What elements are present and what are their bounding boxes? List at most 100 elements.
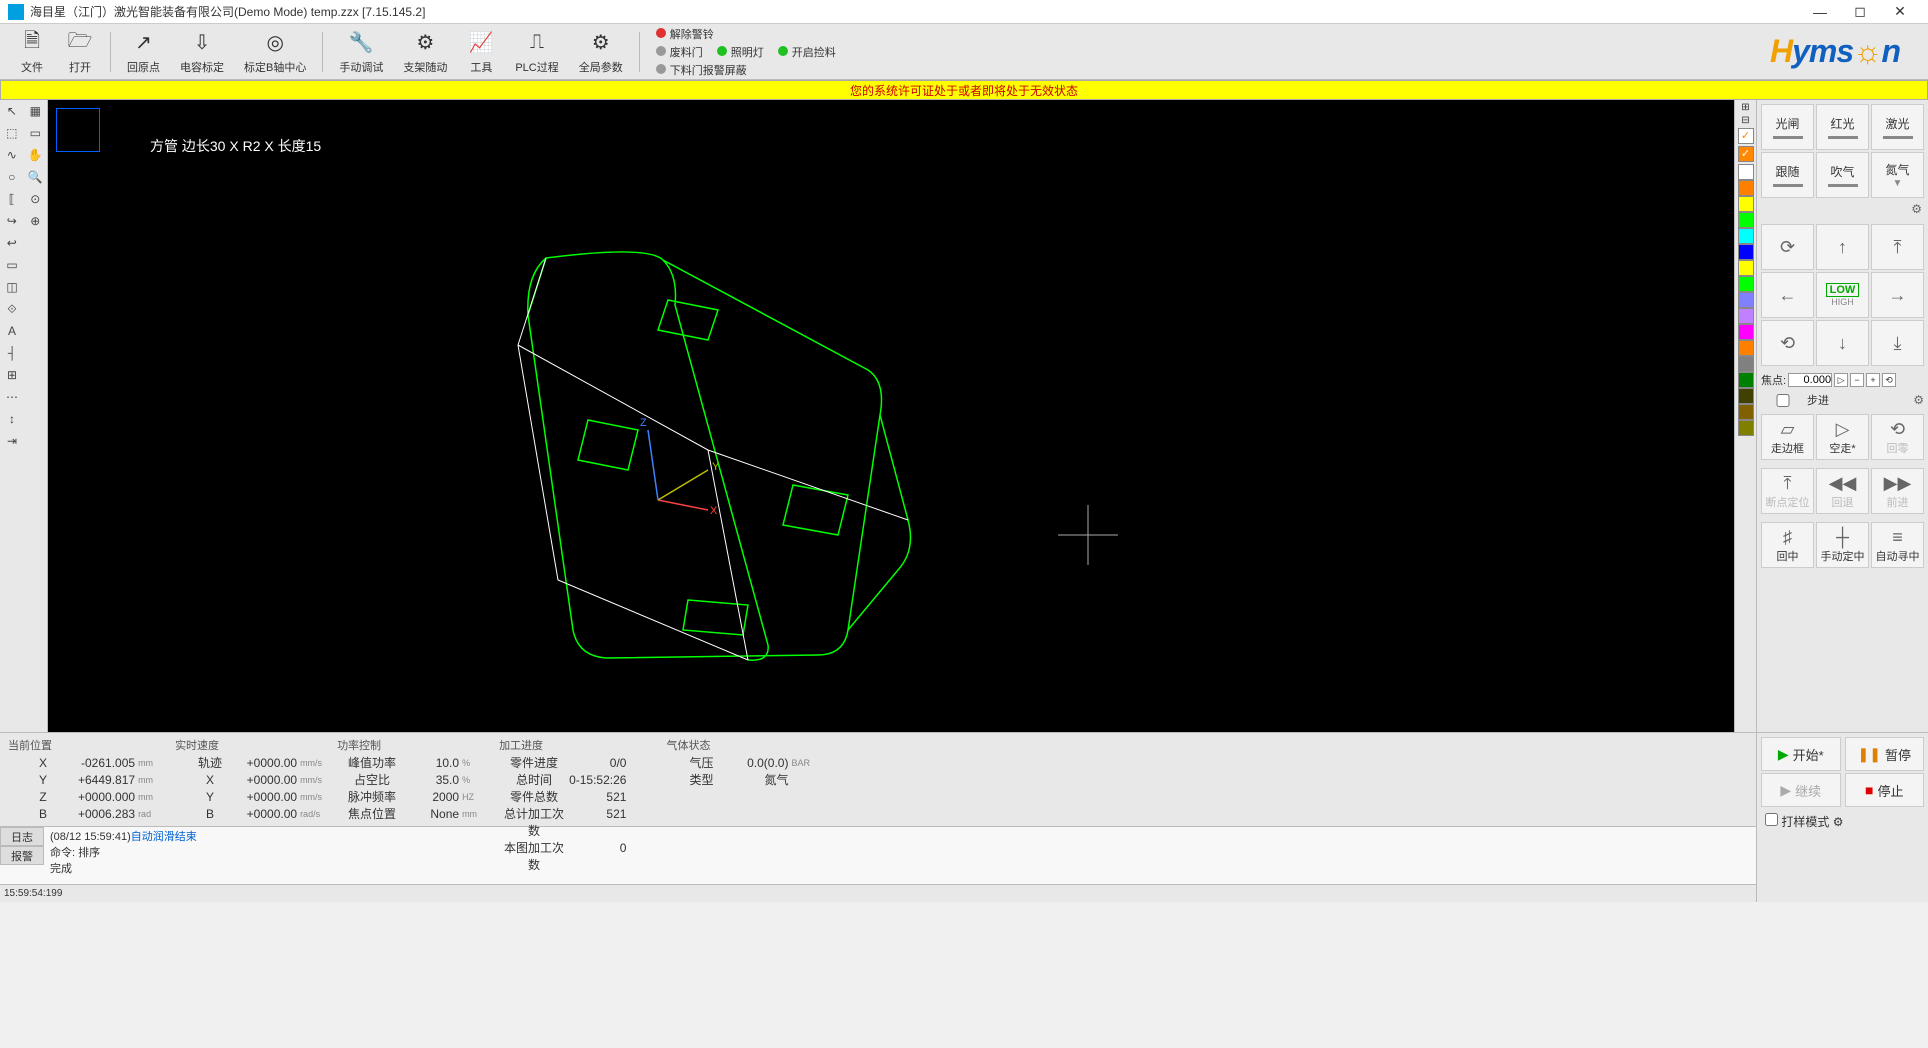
follow-button[interactable]: 跟随 [1761, 152, 1814, 198]
layer2-tool[interactable]: ◫ [0, 276, 24, 298]
layer-swatch[interactable] [1738, 404, 1754, 420]
layer-check[interactable]: ✓ [1738, 128, 1754, 144]
layer-swatch[interactable] [1738, 292, 1754, 308]
unload-mask-status[interactable]: 下料门报警屏蔽 [656, 62, 747, 78]
focus-reset-button[interactable]: ⟲ [1882, 373, 1896, 387]
jog-left-button[interactable]: ← [1761, 272, 1814, 318]
undo-tool[interactable]: ↩ [0, 232, 24, 254]
step-checkbox[interactable] [1761, 394, 1805, 407]
r5grid-btn-2[interactable]: ≡自动寻中 [1871, 522, 1924, 568]
layer-swatch[interactable] [1738, 180, 1754, 196]
select-tool[interactable]: ↖ [0, 100, 24, 122]
layer-swatch[interactable] [1738, 388, 1754, 404]
speed-toggle-button[interactable]: LOWHIGH [1816, 272, 1869, 318]
redo-tool[interactable]: ↪ [0, 210, 24, 232]
layer-swatch[interactable] [1738, 340, 1754, 356]
r3grid-btn-2[interactable]: ⟲回零 [1871, 414, 1924, 460]
layer-check2[interactable]: ✓ [1738, 146, 1754, 162]
global-button[interactable]: ⚙全局参数 [569, 27, 633, 77]
focus-plus-button[interactable]: + [1866, 373, 1880, 387]
gas-select-button[interactable]: 氮气▼ [1871, 152, 1924, 198]
r3grid-btn-1[interactable]: ▷空走* [1816, 414, 1869, 460]
r4grid-btn-2[interactable]: ▶▶前进 [1871, 468, 1924, 514]
gear-icon[interactable]: ⚙ [1911, 202, 1922, 216]
focus-minus-button[interactable]: − [1850, 373, 1864, 387]
rotate-cw-button[interactable]: ⟳ [1761, 224, 1814, 270]
continue-button[interactable]: ▶继续 [1761, 773, 1841, 807]
r5grid-btn-0[interactable]: ♯回中 [1761, 522, 1814, 568]
misc-tool[interactable]: ⋯ [0, 386, 24, 408]
circle-tool[interactable]: ○ [0, 166, 24, 188]
offset-tool[interactable]: ⇥ [0, 430, 24, 452]
layer-swatch[interactable] [1738, 196, 1754, 212]
shutter-button[interactable]: 光闸 [1761, 104, 1814, 150]
maximize-button[interactable]: ◻ [1840, 0, 1880, 24]
log-tab[interactable]: 日志 [0, 827, 44, 846]
minimize-button[interactable]: — [1800, 0, 1840, 24]
layer-mode-icon[interactable]: ⊞ [1741, 102, 1749, 113]
layer-align-icon[interactable]: ⊟ [1741, 115, 1749, 126]
open-button[interactable]: 🗁打开 [56, 27, 104, 77]
zoom-ext-tool[interactable]: ⊕ [24, 210, 48, 232]
jog-up-button[interactable]: ↑ [1816, 224, 1869, 270]
layer-swatch[interactable] [1738, 164, 1754, 180]
sample-checkbox[interactable] [1765, 813, 1778, 826]
gear-icon[interactable]: ⚙ [1833, 815, 1844, 829]
jog-down-button[interactable]: ↓ [1816, 320, 1869, 366]
redlight-button[interactable]: 红光 [1816, 104, 1869, 150]
start-button[interactable]: ▶开始* [1761, 737, 1841, 771]
layer-swatch[interactable] [1738, 308, 1754, 324]
rect-tool[interactable]: ▭ [24, 122, 48, 144]
ortho-tool[interactable]: ↕ [0, 408, 24, 430]
grid-tool[interactable]: ▦ [24, 100, 48, 122]
path-tool[interactable]: ⟐ [0, 298, 24, 320]
alarm-tab[interactable]: 报警 [0, 846, 44, 865]
focus-input[interactable] [1788, 373, 1832, 387]
r4grid-btn-0[interactable]: ⤒断点定位 [1761, 468, 1814, 514]
tool-button[interactable]: 📈工具 [457, 27, 505, 77]
manual-button[interactable]: 🔧手动调试 [329, 27, 393, 77]
light-status[interactable]: 照明灯 [717, 44, 764, 60]
z-up-button[interactable]: ⤒ [1871, 224, 1924, 270]
layer-swatch[interactable] [1738, 356, 1754, 372]
focus-go-button[interactable]: ▷ [1834, 373, 1848, 387]
plc-button[interactable]: ⎍PLC过程 [505, 27, 568, 77]
blow-button[interactable]: 吹气 [1816, 152, 1869, 198]
r3grid-btn-0[interactable]: ▱走边框 [1761, 414, 1814, 460]
zoom-fit-tool[interactable]: ⊙ [24, 188, 48, 210]
snap-tool[interactable]: ⊞ [0, 364, 24, 386]
waste-door-status[interactable]: 废料门 [656, 44, 703, 60]
stop-button[interactable]: ■停止 [1845, 773, 1925, 807]
autofeed-status[interactable]: 开启捡料 [778, 44, 836, 60]
layer-swatch[interactable] [1738, 260, 1754, 276]
bracket-tool[interactable]: ⟦ [0, 188, 24, 210]
pause-button[interactable]: ❚❚暂停 [1845, 737, 1925, 771]
gear-icon[interactable]: ⚙ [1913, 393, 1924, 407]
layer-swatch[interactable] [1738, 228, 1754, 244]
laser-button[interactable]: 激光 [1871, 104, 1924, 150]
layer-swatch[interactable] [1738, 212, 1754, 228]
blank-tool[interactable] [24, 232, 48, 254]
curve-tool[interactable]: ∿ [0, 144, 24, 166]
layer-swatch[interactable] [1738, 244, 1754, 260]
layer-swatch[interactable] [1738, 324, 1754, 340]
r4grid-btn-1[interactable]: ◀◀回退 [1816, 468, 1869, 514]
support-button[interactable]: ⚙支架随动 [393, 27, 457, 77]
jog-right-button[interactable]: → [1871, 272, 1924, 318]
r5grid-btn-1[interactable]: ┼手动定中 [1816, 522, 1869, 568]
layer-swatch[interactable] [1738, 372, 1754, 388]
layer-swatch[interactable] [1738, 276, 1754, 292]
pan-tool[interactable]: ✋ [24, 144, 48, 166]
file-button[interactable]: 🗎文件 [8, 27, 56, 77]
layer-swatch[interactable] [1738, 420, 1754, 436]
text-tool[interactable]: A [0, 320, 24, 342]
cap-cal-button[interactable]: ⇩电容标定 [170, 27, 234, 77]
home-button[interactable]: ↗回原点 [117, 27, 170, 77]
close-button[interactable]: ✕ [1880, 0, 1920, 24]
rotate-ccw-button[interactable]: ⟲ [1761, 320, 1814, 366]
node-tool[interactable]: ⬚ [0, 122, 24, 144]
viewport-3d[interactable]: 方管 边长30 X R2 X 长度15 [48, 100, 1734, 732]
layer-tool[interactable]: ▭ [0, 254, 24, 276]
b-center-button[interactable]: ◎标定B轴中心 [234, 27, 316, 77]
zoom-tool[interactable]: 🔍 [24, 166, 48, 188]
